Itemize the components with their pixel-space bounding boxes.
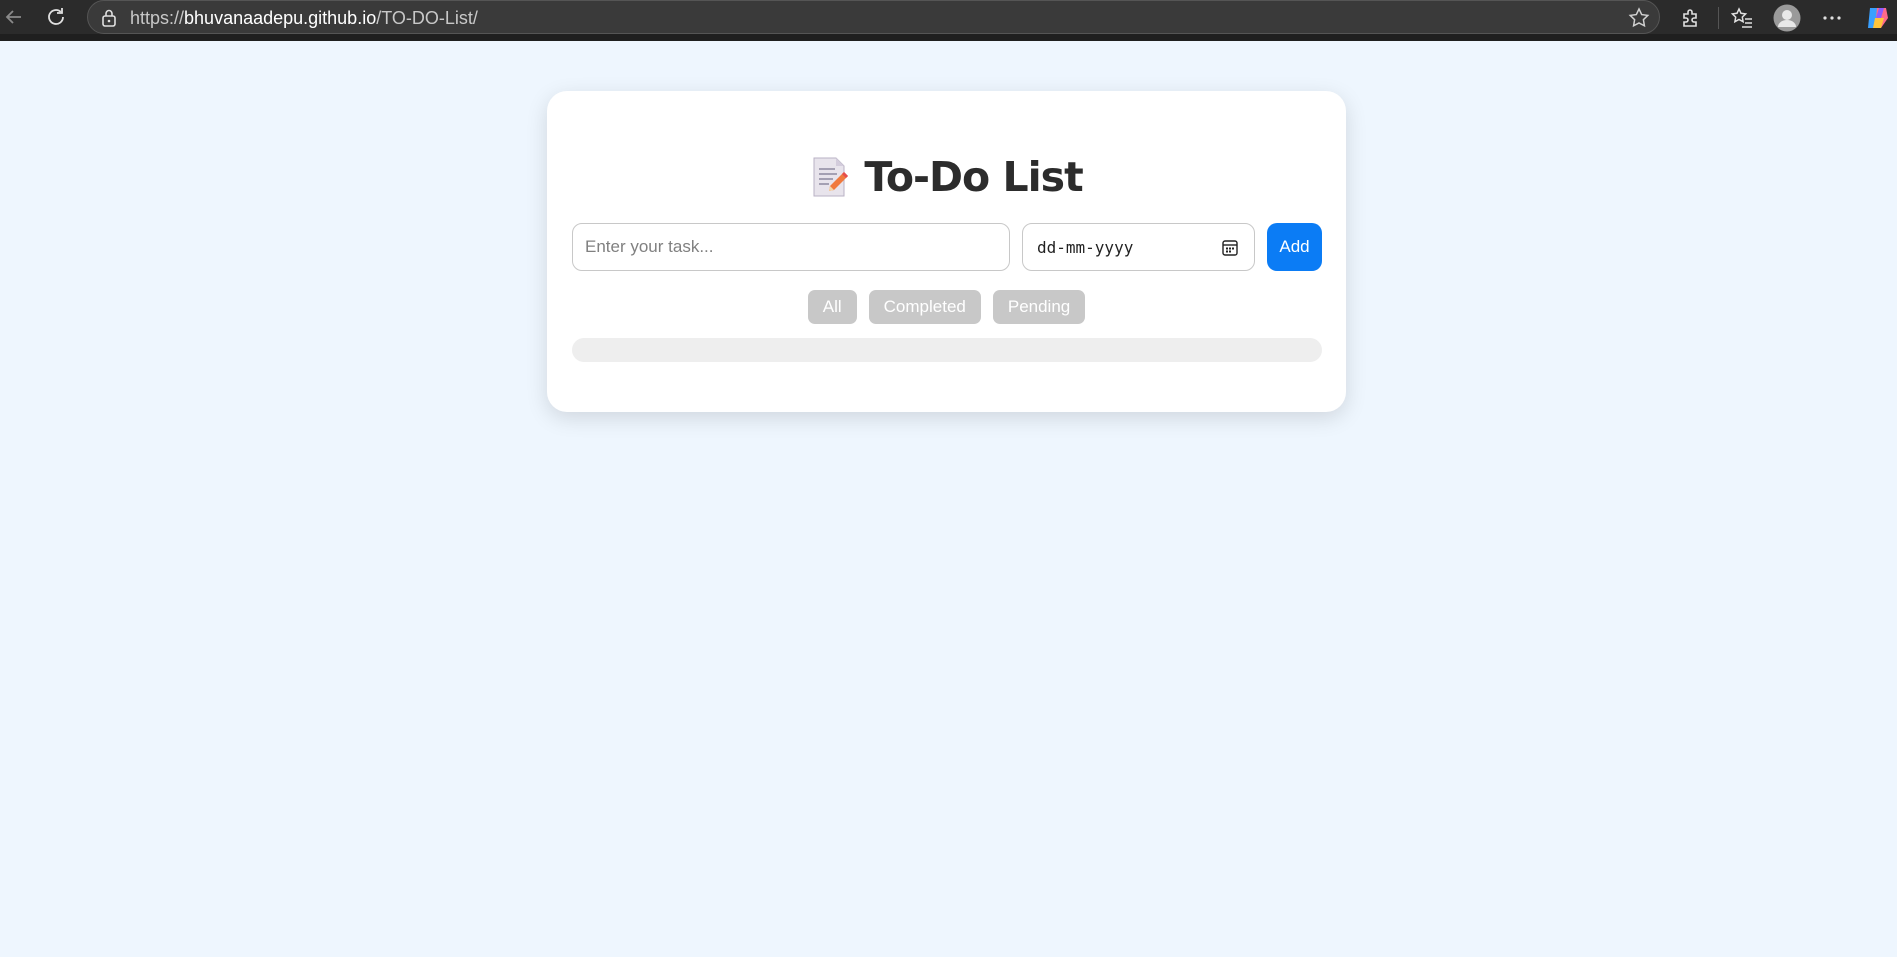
lock-icon (102, 9, 116, 27)
favorites-button[interactable] (1728, 4, 1756, 32)
reload-icon (48, 8, 64, 25)
favorites-list-icon (1730, 7, 1752, 28)
toolbar-divider (1718, 7, 1719, 29)
copilot-button[interactable] (1864, 4, 1892, 32)
browser-toolbar: https://bhuvanaadepu.github.io/TO-DO-Lis… (0, 0, 1897, 41)
memo-icon (813, 157, 849, 197)
title-row: To-Do List (547, 149, 1346, 205)
add-button[interactable]: Add (1267, 223, 1322, 271)
url-text: https://bhuvanaadepu.github.io/TO-DO-Lis… (130, 8, 478, 28)
page-title: To-Do List (864, 153, 1083, 201)
task-input[interactable] (572, 223, 1010, 271)
todo-card: To-Do List dd-mm-yyyy Add All Completed … (547, 91, 1346, 412)
extensions-button[interactable] (1677, 4, 1705, 32)
date-input[interactable]: dd-mm-yyyy (1022, 223, 1255, 271)
filter-all-button[interactable]: All (807, 290, 857, 324)
profile-button[interactable] (1773, 4, 1801, 32)
more-options-button[interactable] (1818, 4, 1846, 32)
calendar-icon[interactable] (1222, 239, 1238, 256)
puzzle-icon (1683, 9, 1697, 27)
back-button[interactable] (0, 3, 28, 31)
filter-pending-button[interactable]: Pending (992, 290, 1086, 324)
back-arrow-icon (5, 10, 21, 24)
date-placeholder: dd-mm-yyyy (1037, 238, 1134, 257)
task-list (572, 338, 1322, 362)
reload-button[interactable] (42, 3, 70, 31)
more-dots-icon (1823, 16, 1841, 20)
profile-avatar-icon (1773, 4, 1801, 32)
address-bar[interactable]: https://bhuvanaadepu.github.io/TO-DO-Lis… (87, 0, 1660, 34)
filter-buttons: All Completed Pending (547, 290, 1346, 324)
filter-completed-button[interactable]: Completed (868, 290, 981, 324)
copilot-icon (1868, 8, 1888, 28)
favorite-star-icon[interactable] (1627, 6, 1651, 30)
